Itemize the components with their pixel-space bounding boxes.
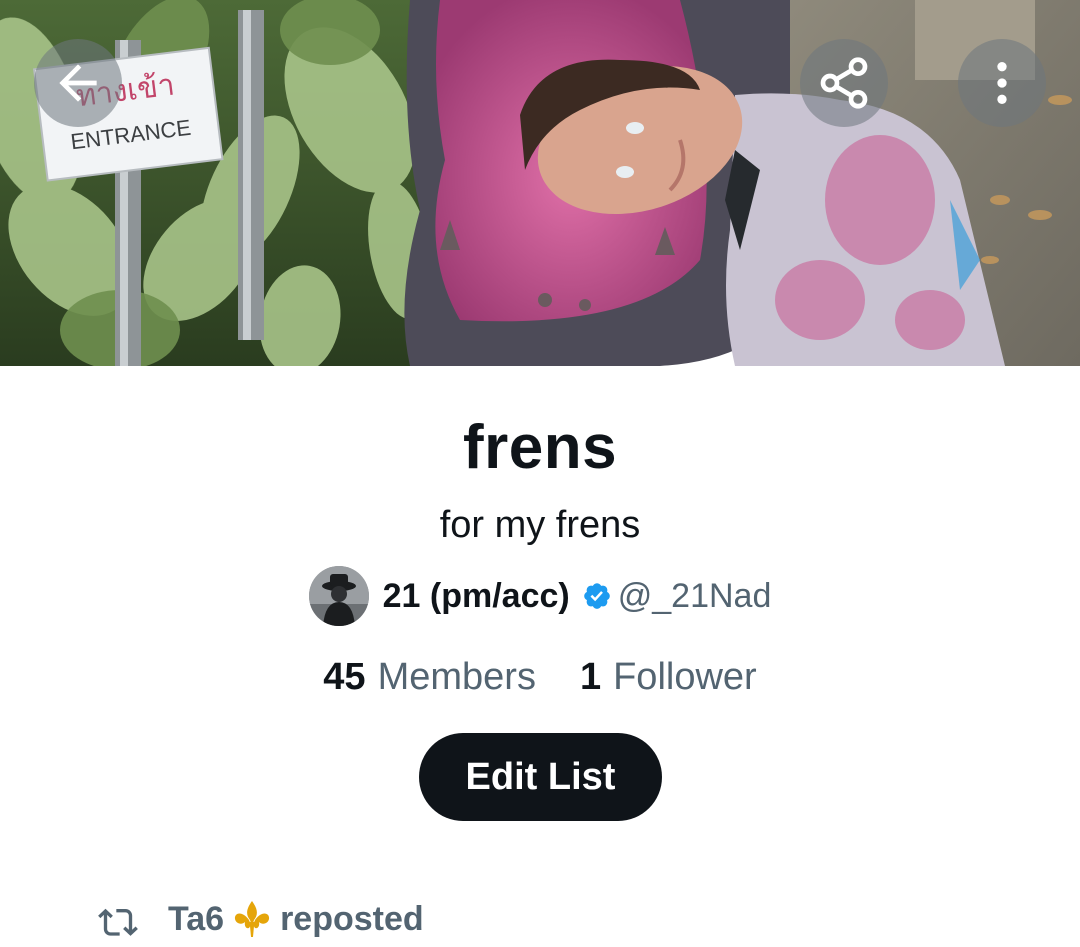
list-stats: 45 Members 1 Follower	[0, 652, 1080, 702]
more-options-button[interactable]	[958, 39, 1046, 127]
followers-count: 1	[579, 655, 602, 698]
members-label: Members	[377, 655, 536, 698]
followers-label: Follower	[613, 655, 757, 698]
repost-context[interactable]: Ta6 reposted	[98, 894, 424, 944]
share-button[interactable]	[800, 39, 888, 127]
list-banner-image: ทางเข้า ENTRANCE	[0, 0, 1080, 366]
edit-list-button[interactable]: Edit List	[419, 733, 662, 821]
list-title: frens	[462, 413, 618, 482]
list-owner[interactable]: 21 (pm/acc) @_21Nad	[0, 565, 1080, 627]
members-count: 45	[323, 655, 366, 698]
more-vertical-icon	[997, 62, 1007, 104]
arrow-left-icon	[59, 64, 97, 102]
owner-name: 21 (pm/acc)	[382, 576, 570, 615]
back-button[interactable]	[34, 39, 122, 127]
share-icon	[820, 57, 868, 109]
repost-user-name: Ta6	[168, 899, 225, 938]
members-stat-link[interactable]: 45 Members	[323, 656, 536, 699]
followers-stat-link[interactable]: 1 Follower	[580, 656, 757, 699]
repost-icon	[98, 902, 138, 936]
fleur-de-lis-emoji	[232, 899, 272, 939]
repost-label: reposted	[280, 899, 424, 938]
owner-avatar[interactable]	[308, 566, 369, 626]
verified-badge-icon	[582, 581, 612, 611]
owner-handle: @_21Nad	[617, 576, 772, 615]
list-description: for my frens	[439, 504, 641, 546]
